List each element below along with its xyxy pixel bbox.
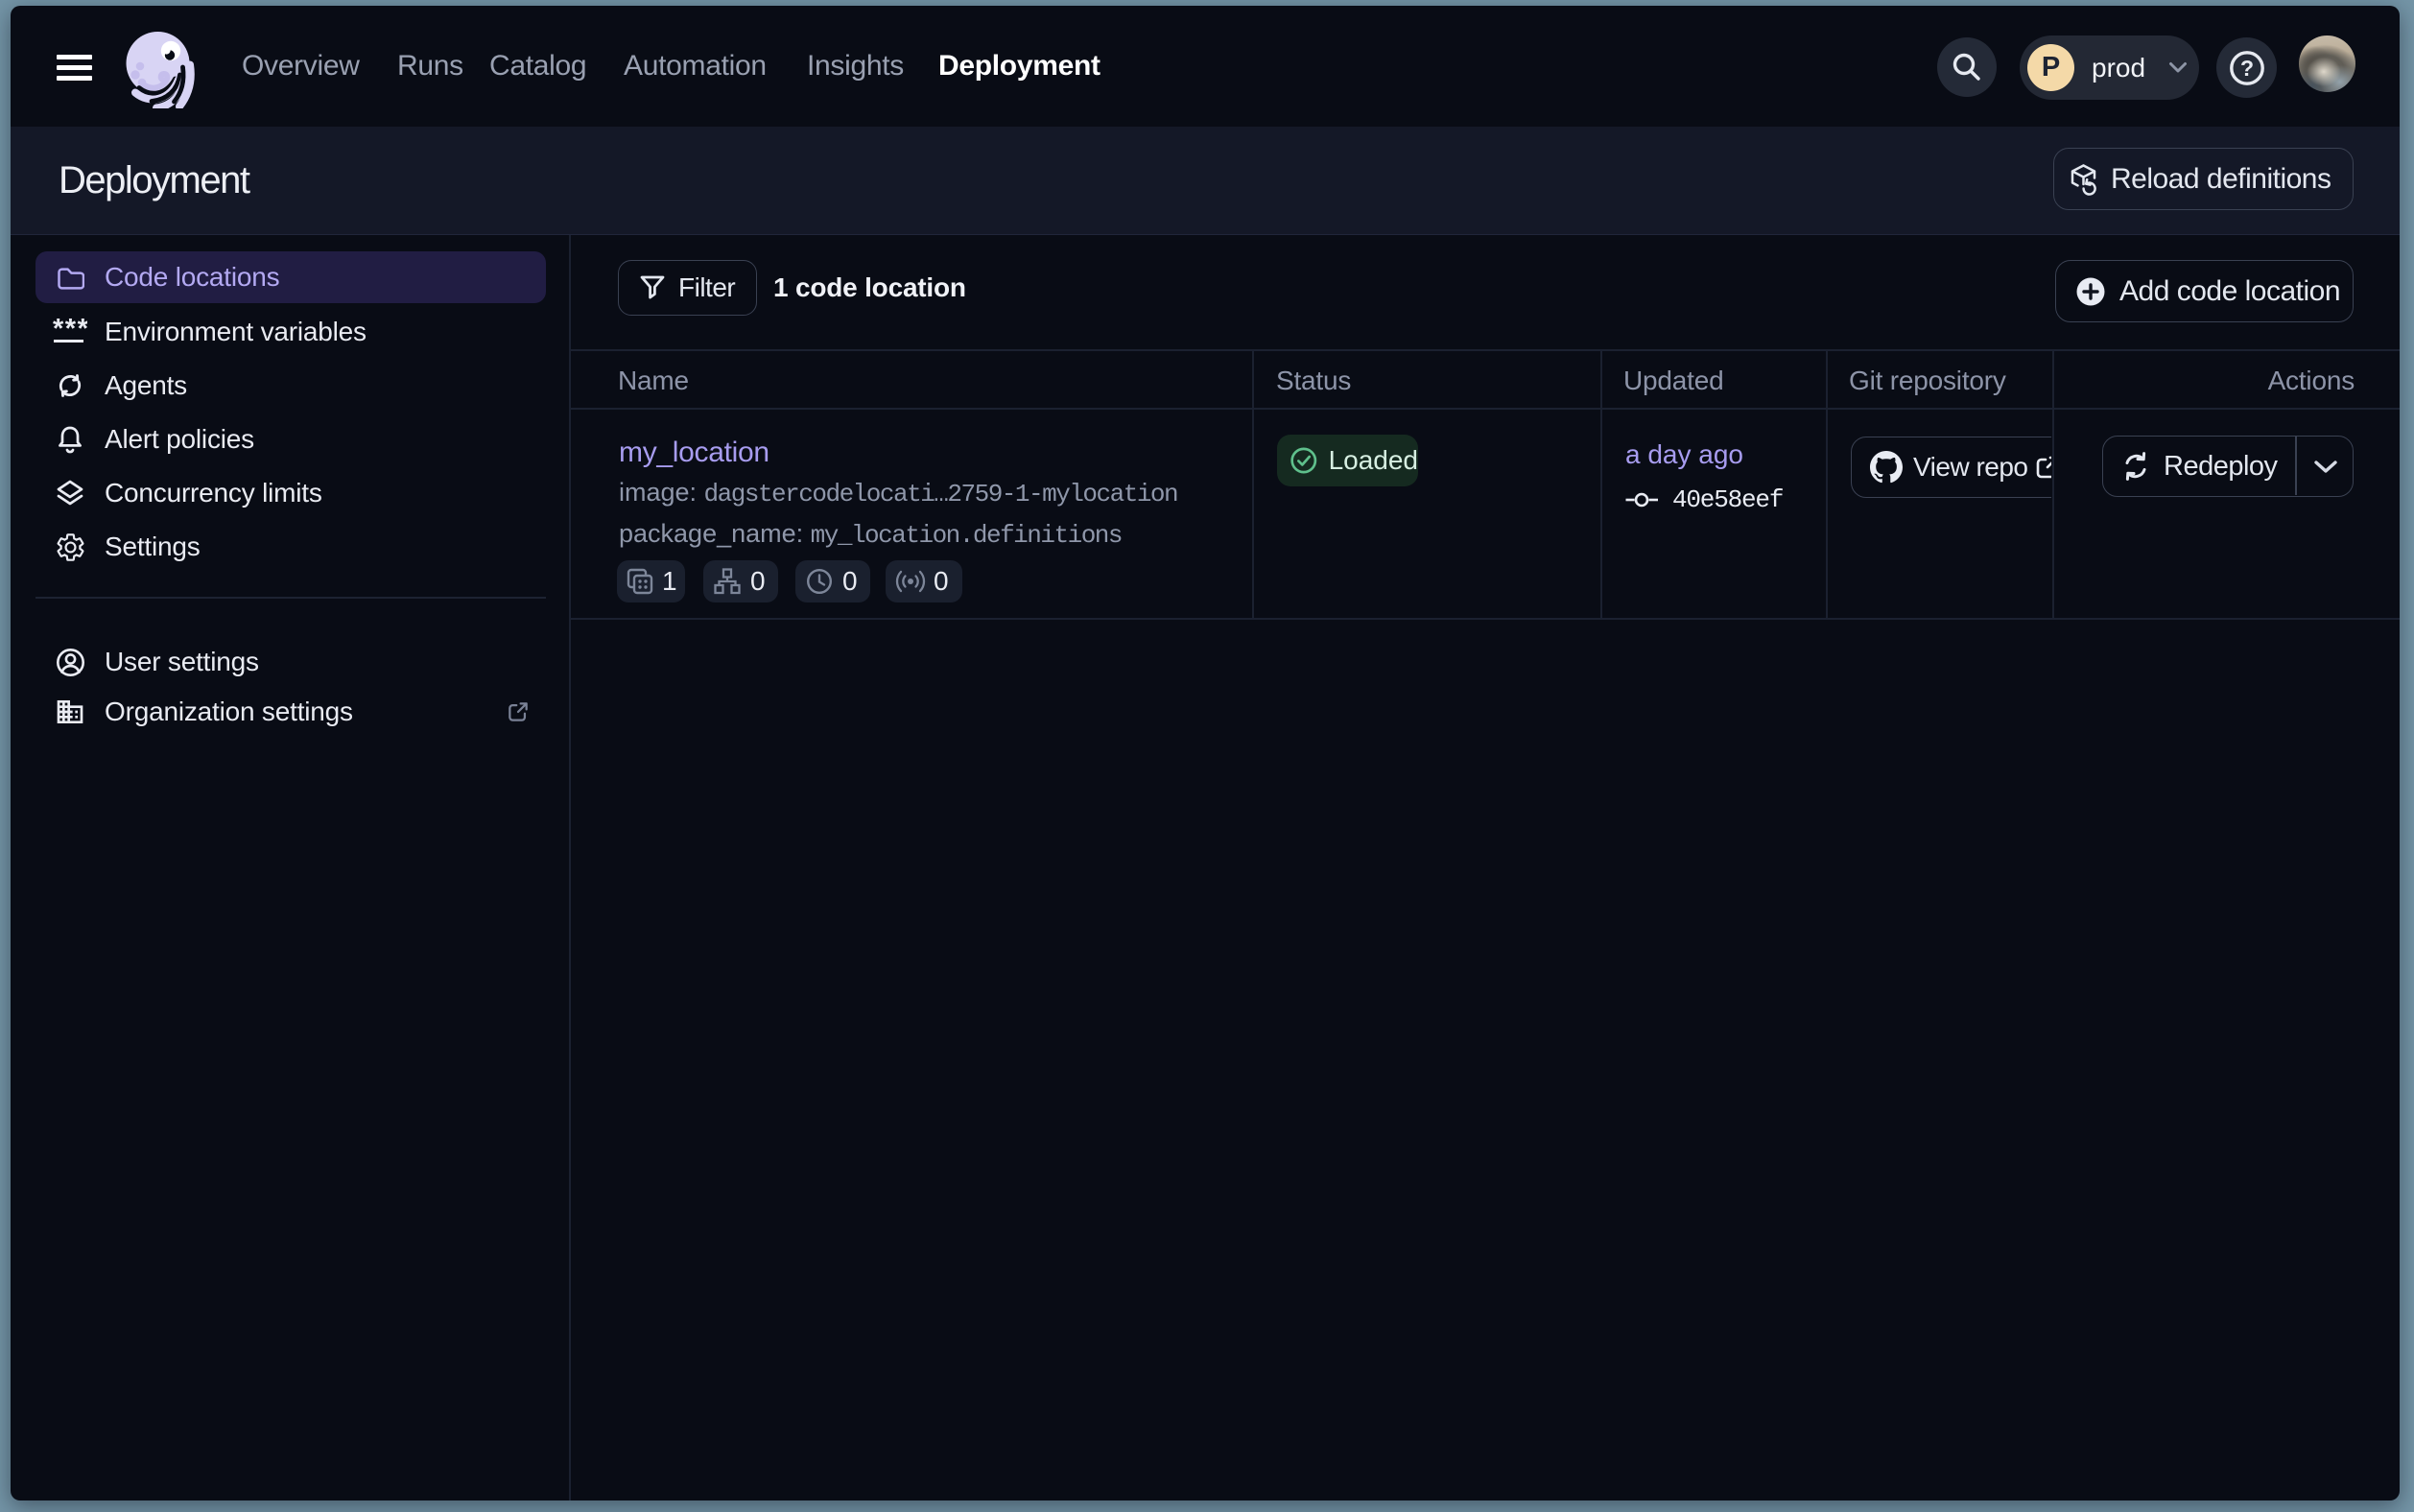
svg-text:?: ? <box>2239 56 2253 81</box>
